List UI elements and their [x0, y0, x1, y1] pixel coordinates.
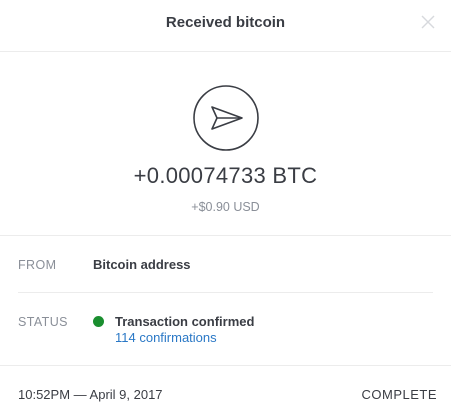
from-row: FROM Bitcoin address [0, 236, 451, 292]
from-value: Bitcoin address [93, 257, 191, 272]
status-row: STATUS Transaction confirmed 114 confirm… [0, 293, 451, 366]
modal-title: Received bitcoin [165, 14, 286, 31]
modal-header: Received bitcoin [0, 0, 451, 52]
usd-amount: +$0.90 USD [191, 200, 260, 214]
status-label: STATUS [18, 315, 68, 329]
transaction-summary: +0.00074733 BTC +$0.90 USD [0, 52, 451, 236]
close-icon[interactable] [421, 15, 435, 29]
transaction-modal: Received bitcoin +0.00074733 BTC +$0.90 … [0, 0, 451, 407]
transaction-timestamp: 10:52PM — April 9, 2017 [18, 387, 163, 402]
modal-footer: 10:52PM — April 9, 2017 COMPLETE [0, 366, 451, 407]
status-badge: COMPLETE [361, 387, 437, 402]
status-indicator [93, 316, 104, 327]
send-arrow-icon [193, 85, 259, 151]
status-value: Transaction confirmed [115, 314, 255, 329]
confirmations-link[interactable]: 114 confirmations [115, 330, 217, 345]
from-label: FROM [18, 258, 57, 272]
btc-amount: +0.00074733 BTC [133, 163, 318, 188]
